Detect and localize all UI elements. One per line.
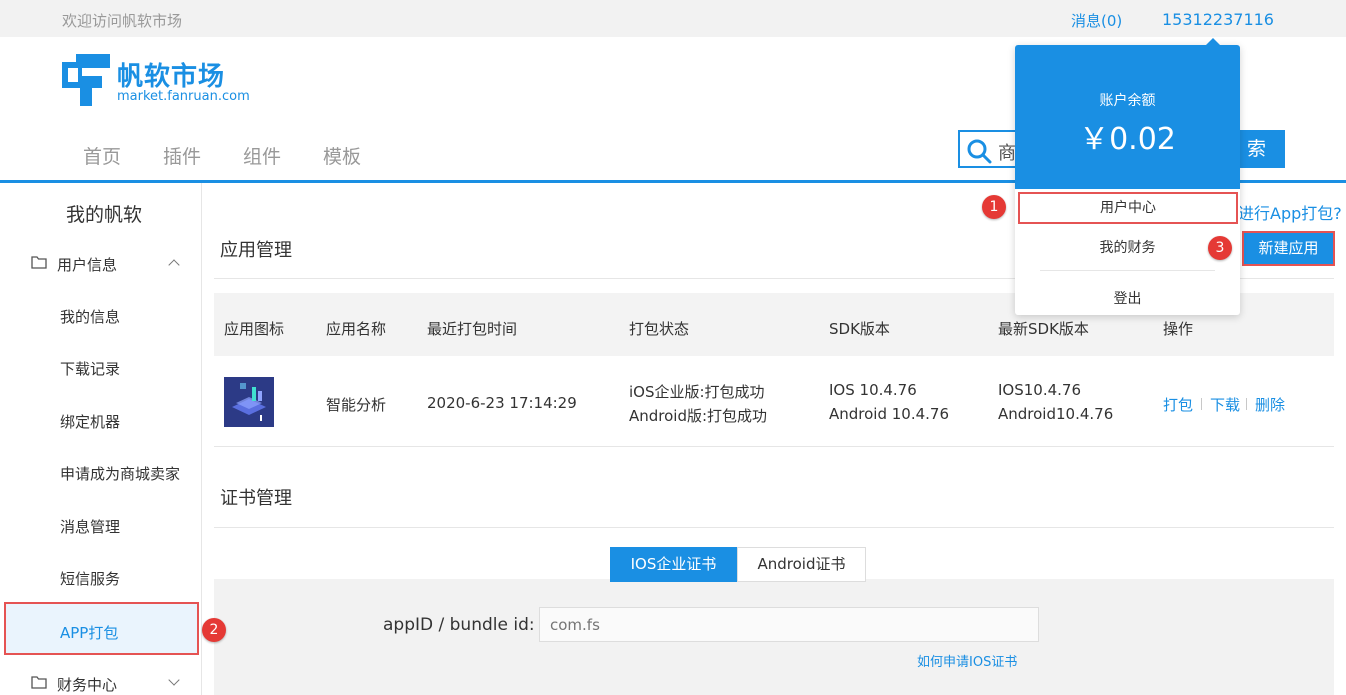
app-icon — [224, 377, 274, 427]
folder-icon — [31, 676, 47, 689]
sidebar-group-label: 财务中心 — [57, 676, 118, 694]
menu-item-user-center[interactable]: 用户中心 — [1018, 192, 1238, 224]
appid-field[interactable] — [539, 607, 1039, 642]
sdk-ios: IOS 10.4.76 — [829, 381, 917, 399]
sidebar-item-become-seller[interactable]: 申请成为商城卖家 — [60, 463, 180, 484]
col-last-package-time: 最近打包时间 — [427, 320, 518, 338]
sidebar-item-label: APP打包 — [60, 624, 119, 642]
annotation-badge: 3 — [1208, 236, 1232, 260]
package-time: 2020-6-23 17:14:29 — [427, 394, 577, 412]
folder-icon — [31, 256, 47, 269]
divider — [214, 527, 1334, 528]
status-android: Android版:打包成功 — [629, 407, 768, 425]
tab-android-cert[interactable]: Android证书 — [737, 547, 866, 582]
col-package-status: 打包状态 — [629, 320, 690, 338]
annotation-badge: 1 — [982, 195, 1006, 219]
how-to-package-link[interactable]: 进行App打包? — [1238, 200, 1342, 224]
how-to-apply-ios-cert-link[interactable]: 如何申请IOS证书 — [917, 651, 1017, 670]
balance-value: ￥0.02 — [1079, 122, 1176, 157]
nav-templates[interactable]: 模板 — [323, 142, 361, 169]
sidebar-item-bind-machine[interactable]: 绑定机器 — [60, 411, 120, 432]
sidebar-item-downloads[interactable]: 下载记录 — [60, 358, 120, 379]
menu-item-logout[interactable]: 登出 — [1015, 288, 1240, 308]
col-app-name: 应用名称 — [326, 320, 387, 338]
cert-management-title: 证书管理 — [220, 488, 292, 509]
col-app-icon: 应用图标 — [224, 320, 285, 338]
sidebar-title: 我的帆软 — [66, 204, 143, 226]
fanruan-logo-icon[interactable] — [62, 54, 110, 106]
sdk-android: Android 10.4.76 — [829, 405, 950, 423]
logo-url: market.fanruan.com — [117, 89, 250, 104]
annotation-badge: 2 — [202, 618, 226, 642]
divider — [1040, 270, 1215, 271]
divider — [1201, 398, 1202, 410]
nav-components[interactable]: 组件 — [243, 142, 281, 169]
sidebar-group-label: 用户信息 — [57, 256, 118, 274]
tab-ios-cert[interactable]: IOS企业证书 — [610, 547, 737, 582]
app-management-title: 应用管理 — [220, 240, 292, 261]
balance-label: 账户余额 — [1099, 93, 1156, 109]
col-latest-sdk: 最新SDK版本 — [998, 320, 1089, 338]
table-row-divider — [214, 446, 1334, 447]
search-icon — [967, 139, 992, 164]
menu-item-my-finance[interactable]: 我的财务 — [1015, 237, 1240, 257]
latest-sdk-android: Android10.4.76 — [998, 405, 1114, 423]
messages-link[interactable]: 消息(0) — [1071, 10, 1122, 31]
nav-plugins[interactable]: 插件 — [163, 142, 201, 169]
col-actions: 操作 — [1163, 320, 1194, 338]
divider — [1246, 398, 1247, 410]
search-placeholder: 商 — [998, 143, 1016, 164]
download-link[interactable]: 下载 — [1210, 394, 1240, 415]
sidebar-item-my-info[interactable]: 我的信息 — [60, 306, 120, 327]
status-ios: iOS企业版:打包成功 — [629, 383, 765, 401]
appid-label: appID / bundle id: — [383, 615, 535, 635]
nav-home[interactable]: 首页 — [83, 142, 121, 169]
new-app-button[interactable]: 新建应用 — [1242, 231, 1335, 266]
delete-link[interactable]: 删除 — [1255, 394, 1285, 415]
sidebar-item-messages[interactable]: 消息管理 — [60, 516, 120, 537]
sidebar-item-sms[interactable]: 短信服务 — [60, 568, 120, 589]
user-account-link[interactable]: 15312237116 — [1162, 10, 1274, 29]
latest-sdk-ios: IOS10.4.76 — [998, 381, 1082, 399]
app-name: 智能分析 — [326, 396, 387, 414]
logo-title: 帆软市场 — [117, 62, 226, 92]
package-link[interactable]: 打包 — [1163, 394, 1193, 415]
top-bar — [0, 0, 1346, 37]
col-sdk-version: SDK版本 — [829, 320, 890, 338]
welcome-text: 欢迎访问帆软市场 — [62, 12, 183, 30]
